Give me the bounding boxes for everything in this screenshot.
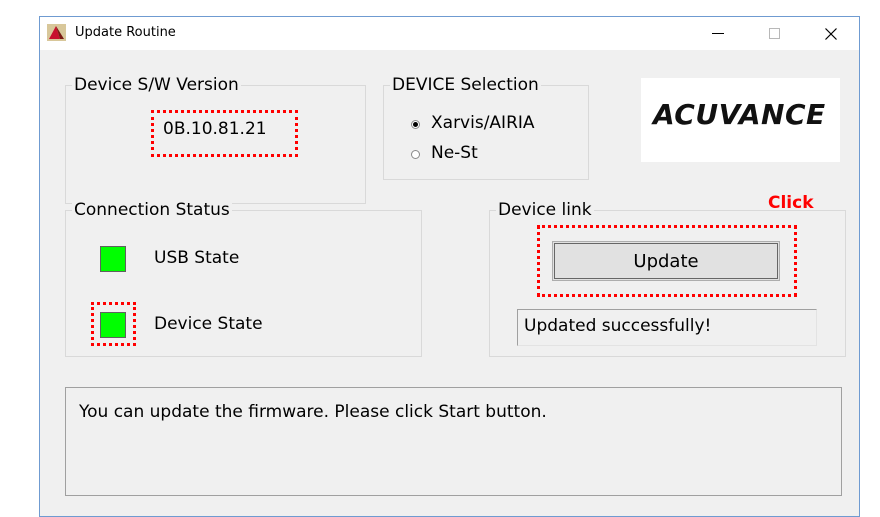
radio-xarvis-label: Xarvis/AIRIA	[431, 113, 535, 133]
update-routine-window: Update Routine Device S/W Version 0B.10.…	[39, 16, 860, 517]
minimize-icon	[711, 33, 724, 34]
update-button[interactable]: Update	[552, 241, 780, 281]
version-value: 0B.10.81.21	[163, 119, 267, 139]
title-bar: Update Routine	[40, 17, 859, 50]
close-icon	[824, 27, 837, 40]
device-state-label: Device State	[154, 314, 263, 334]
app-icon	[47, 24, 66, 41]
window-title: Update Routine	[75, 25, 176, 40]
connection-status-legend: Connection Status	[72, 199, 232, 221]
connection-status-group: Connection Status USB State Device State	[65, 199, 422, 357]
usb-state-label: USB State	[154, 248, 240, 268]
device-state-led	[100, 312, 126, 338]
logo-text: ACUVANCE	[653, 98, 826, 131]
version-group-legend: Device S/W Version	[72, 74, 241, 96]
acuvance-logo: ACUVANCE	[641, 78, 840, 162]
device-selection-group: DEVICE Selection Xarvis/AIRIA Ne-St	[383, 74, 589, 180]
device-selection-legend: DEVICE Selection	[390, 74, 541, 96]
message-box: You can update the firmware. Please clic…	[65, 387, 842, 496]
version-group: Device S/W Version 0B.10.81.21	[65, 74, 366, 204]
usb-state-led	[100, 246, 126, 272]
message-text: You can update the firmware. Please clic…	[79, 402, 547, 422]
click-annotation: Click	[768, 193, 814, 213]
maximize-icon	[769, 28, 780, 39]
radio-nest[interactable]	[411, 150, 420, 159]
update-status-field: Updated successfully!	[517, 309, 817, 346]
radio-nest-label: Ne-St	[431, 143, 478, 163]
minimize-button[interactable]	[695, 17, 740, 50]
radio-xarvis[interactable]	[411, 120, 420, 129]
device-link-legend: Device link	[496, 199, 594, 221]
close-button[interactable]	[808, 17, 853, 50]
maximize-button[interactable]	[752, 17, 797, 50]
